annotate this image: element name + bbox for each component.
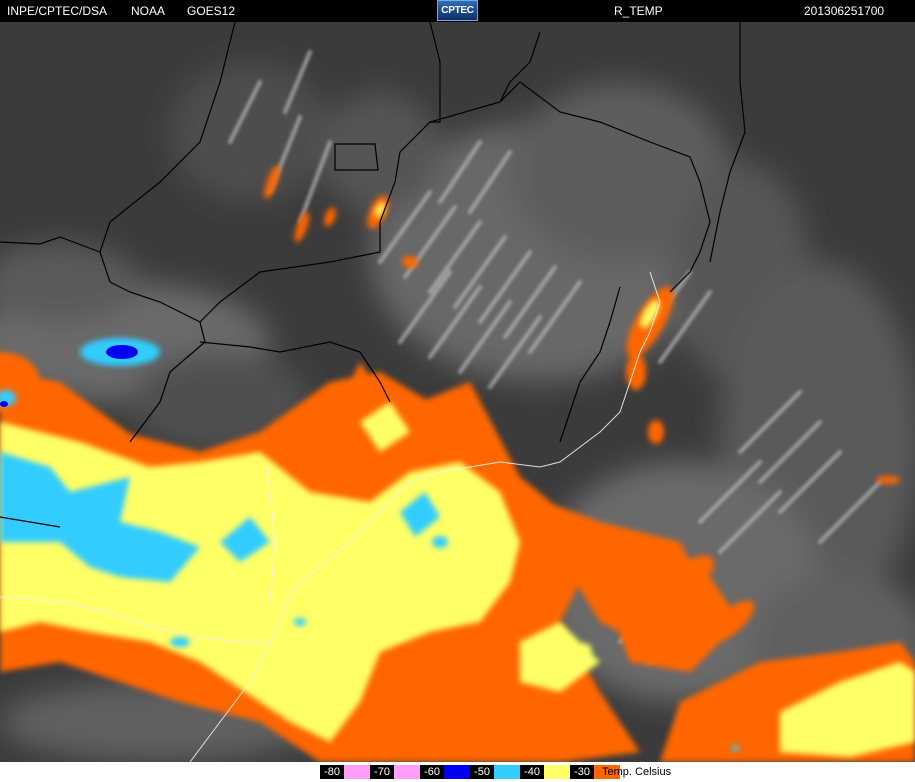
temperature-legend: -80 -70 -60 -50 -40 -30 Temp. Celsius (0, 762, 915, 782)
legend-unit-label: Temp. Celsius (602, 766, 672, 778)
legend-label-1: -70 (370, 765, 394, 779)
legend-swatch-2: -60 (420, 765, 470, 779)
legend-swatch-1: -70 (370, 765, 420, 779)
legend-label-2: -60 (420, 765, 444, 779)
legend-label-5: -30 (570, 765, 594, 779)
satellite-map[interactable] (0, 22, 915, 762)
satellite-label: GOES12 (187, 4, 236, 18)
cptec-logo[interactable]: CPTEC (437, 0, 478, 21)
legend-swatch-4: -40 (520, 765, 570, 779)
product-label: R_TEMP (614, 4, 663, 18)
satellite-viewer: INPE/CPTEC/DSA NOAA GOES12 CPTEC R_TEMP … (0, 0, 915, 782)
satellite-image (0, 22, 915, 762)
header-bar: INPE/CPTEC/DSA NOAA GOES12 CPTEC R_TEMP … (0, 0, 915, 22)
legend-label-0: -80 (320, 765, 344, 779)
legend-swatch-3: -50 (470, 765, 520, 779)
source-label: INPE/CPTEC/DSA (7, 4, 108, 18)
legend-swatch-0: -80 (320, 765, 370, 779)
agency-label: NOAA (131, 4, 166, 18)
timestamp-label: 201306251700 (804, 4, 885, 18)
legend-label-3: -50 (470, 765, 494, 779)
legend-label-4: -40 (520, 765, 544, 779)
